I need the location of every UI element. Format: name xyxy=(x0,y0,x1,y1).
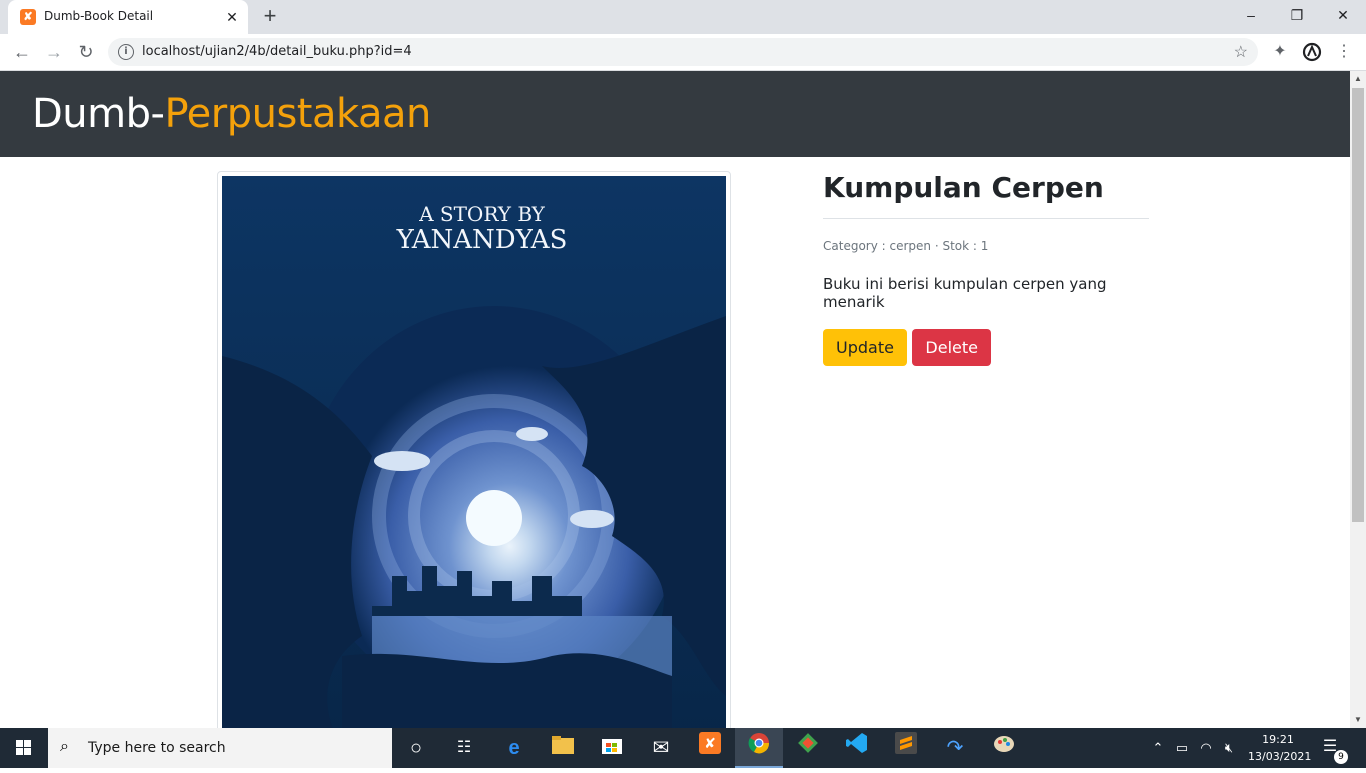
site-info-icon[interactable]: i xyxy=(118,44,134,60)
scroll-thumb[interactable] xyxy=(1352,88,1364,522)
mail-icon[interactable]: ✉ xyxy=(637,728,685,768)
search-placeholder: Type here to search xyxy=(88,740,226,756)
notification-count-badge: 9 xyxy=(1334,750,1348,764)
page-scrollbar[interactable]: ▲ ▼ xyxy=(1350,71,1366,728)
scroll-up-arrow-icon[interactable]: ▲ xyxy=(1350,71,1366,87)
action-buttons: Update Delete xyxy=(823,329,1153,366)
update-button[interactable]: Update xyxy=(823,329,907,366)
paint-icon[interactable] xyxy=(980,728,1028,768)
browser-toolbar: ← → ↻ i localhost/ujian2/4b/detail_buku.… xyxy=(0,34,1366,71)
page-viewport: Dumb-Perpustakaan A STORY BY YANANDYAS K… xyxy=(0,71,1350,728)
url-text[interactable]: localhost/ujian2/4b/detail_buku.php?id=4 xyxy=(142,44,412,59)
file-explorer-icon[interactable] xyxy=(539,728,587,768)
dbeaver-icon[interactable]: ↷ xyxy=(931,728,979,768)
brand-accent: Perpustakaan xyxy=(164,91,431,137)
tab-strip: ✘ Dumb-Book Detail ✕ + – ❐ ✕ xyxy=(0,0,1366,34)
new-tab-button[interactable]: + xyxy=(258,5,282,29)
taskbar-clock[interactable]: 19:21 13/03/2021 xyxy=(1248,731,1312,765)
edge-icon[interactable]: e xyxy=(490,728,538,768)
windows-logo-icon xyxy=(16,740,31,755)
clock-date: 13/03/2021 xyxy=(1248,750,1312,763)
windows-taskbar: ⌕ Type here to search ○ ☷ e ✉ ✘ ↷ ⌃ ▭ ◠ … xyxy=(0,728,1366,768)
sublime-text-icon[interactable] xyxy=(882,728,930,768)
scroll-down-arrow-icon[interactable]: ▼ xyxy=(1350,712,1366,728)
site-navbar: Dumb-Perpustakaan xyxy=(0,71,1350,157)
volume-muted-icon[interactable]: 🔇︎ xyxy=(1218,728,1240,768)
task-view-icon[interactable]: ☷ xyxy=(440,728,488,768)
book-cover-card: A STORY BY YANANDYAS xyxy=(217,171,731,728)
site-brand[interactable]: Dumb-Perpustakaan xyxy=(32,91,431,137)
restore-button[interactable]: ❐ xyxy=(1274,0,1320,30)
brand-prefix: Dumb- xyxy=(32,91,165,137)
vscode-icon[interactable] xyxy=(833,728,881,768)
search-icon: ⌕ xyxy=(60,738,69,755)
git-icon[interactable] xyxy=(784,728,832,768)
show-hidden-icons-chevron-icon[interactable]: ⌃ xyxy=(1148,728,1168,768)
bookmark-star-icon[interactable]: ☆ xyxy=(1234,42,1248,62)
xampp-taskbar-icon[interactable]: ✘ xyxy=(686,728,734,768)
close-tab-icon[interactable]: ✕ xyxy=(222,7,242,27)
profile-icon[interactable] xyxy=(1302,42,1322,62)
extensions-icon[interactable]: ✦ xyxy=(1270,42,1290,62)
browser-tab-active[interactable]: ✘ Dumb-Book Detail ✕ xyxy=(8,0,248,34)
book-cover-image: A STORY BY YANANDYAS xyxy=(222,176,726,728)
forward-button[interactable]: → xyxy=(40,38,68,66)
battery-icon[interactable]: ▭ xyxy=(1172,728,1192,768)
clock-time: 19:21 xyxy=(1262,733,1294,746)
taskbar-search[interactable]: ⌕ Type here to search xyxy=(48,728,392,768)
store-icon[interactable] xyxy=(588,728,636,768)
book-meta: Category : cerpen · Stok : 1 xyxy=(823,239,989,253)
chrome-taskbar-icon[interactable] xyxy=(735,728,783,768)
start-button[interactable] xyxy=(0,728,48,768)
xampp-icon: ✘ xyxy=(20,9,36,25)
reload-button[interactable]: ↻ xyxy=(72,38,100,66)
book-detail: Kumpulan Cerpen Category : cerpen · Stok… xyxy=(823,171,1153,366)
cover-line2: YANANDYAS xyxy=(396,225,568,255)
delete-button[interactable]: Delete xyxy=(912,329,991,366)
close-window-button[interactable]: ✕ xyxy=(1320,0,1366,30)
tab-title: Dumb-Book Detail xyxy=(44,9,154,23)
cover-line1: A STORY BY xyxy=(418,202,546,226)
minimize-button[interactable]: – xyxy=(1228,0,1274,30)
book-title: Kumpulan Cerpen xyxy=(823,171,1149,219)
address-bar[interactable]: i localhost/ujian2/4b/detail_buku.php?id… xyxy=(108,38,1258,66)
back-button[interactable]: ← xyxy=(8,38,36,66)
cortana-icon[interactable]: ○ xyxy=(392,728,440,768)
svg-text:✘: ✘ xyxy=(704,736,716,752)
book-description: Buku ini berisi kumpulan cerpen yang men… xyxy=(823,275,1107,311)
menu-icon[interactable]: ⋮ xyxy=(1334,42,1354,62)
wifi-icon[interactable]: ◠ xyxy=(1196,728,1216,768)
